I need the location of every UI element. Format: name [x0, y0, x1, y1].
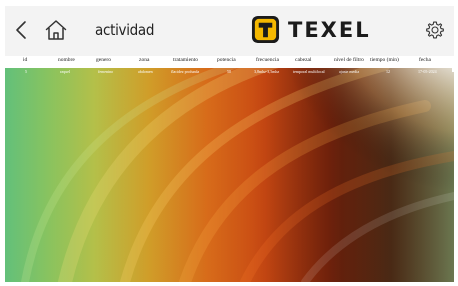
cell-nivel-de-filtro: ajuste media [339, 69, 360, 74]
back-button[interactable] [11, 18, 31, 42]
cell-id: 5 [25, 69, 27, 74]
table-header: id nombre genero zona tratamiento potenc… [5, 56, 454, 68]
cell-genero: femenino [98, 69, 114, 74]
settings-button[interactable] [424, 18, 446, 42]
table-row[interactable]: 5 raquel femenino abdomen flacidez profu… [5, 68, 454, 76]
cell-frecuencia: 3,8mhz-3,5mhz [254, 69, 280, 74]
column-header-fecha: fecha [419, 57, 431, 63]
brand-logo: TEXEL [251, 15, 371, 44]
texel-logo-icon [251, 15, 280, 44]
page-title: actividad [95, 21, 155, 39]
cell-tiempo: 12 [386, 69, 390, 74]
column-header-frecuencia: frecuencia [256, 57, 279, 63]
home-icon [45, 20, 67, 40]
top-bar: actividad TEXEL [5, 6, 454, 56]
cell-cabezal: temporal multifocal [293, 69, 325, 74]
column-header-cabezal: cabezal [295, 57, 312, 63]
home-button[interactable] [43, 17, 69, 43]
column-header-potencia: potencia [217, 57, 236, 63]
app-screen: actividad TEXEL id nombre genero zona tr… [5, 6, 454, 282]
cell-nombre: raquel [60, 69, 70, 74]
brand-name: TEXEL [288, 17, 371, 42]
chevron-left-icon [16, 21, 26, 39]
column-header-zona: zona [139, 57, 150, 63]
column-header-id: id [23, 57, 28, 63]
column-header-tratamiento: tratamiento [173, 57, 199, 63]
cell-fecha: 17-05-2024 [418, 69, 437, 74]
column-header-nombre: nombre [58, 57, 75, 63]
scrollbar[interactable] [452, 68, 454, 72]
column-header-tiempo: tiempo (min) [370, 57, 399, 63]
cell-tratamiento: flacidez profunda [171, 69, 200, 74]
cell-zona: abdomen [138, 69, 153, 74]
column-header-nivel-de-filtro: nivel de filtro [334, 57, 364, 63]
cell-potencia: 50 [227, 69, 231, 74]
gear-icon [426, 21, 444, 39]
column-header-genero: genero [96, 57, 111, 63]
